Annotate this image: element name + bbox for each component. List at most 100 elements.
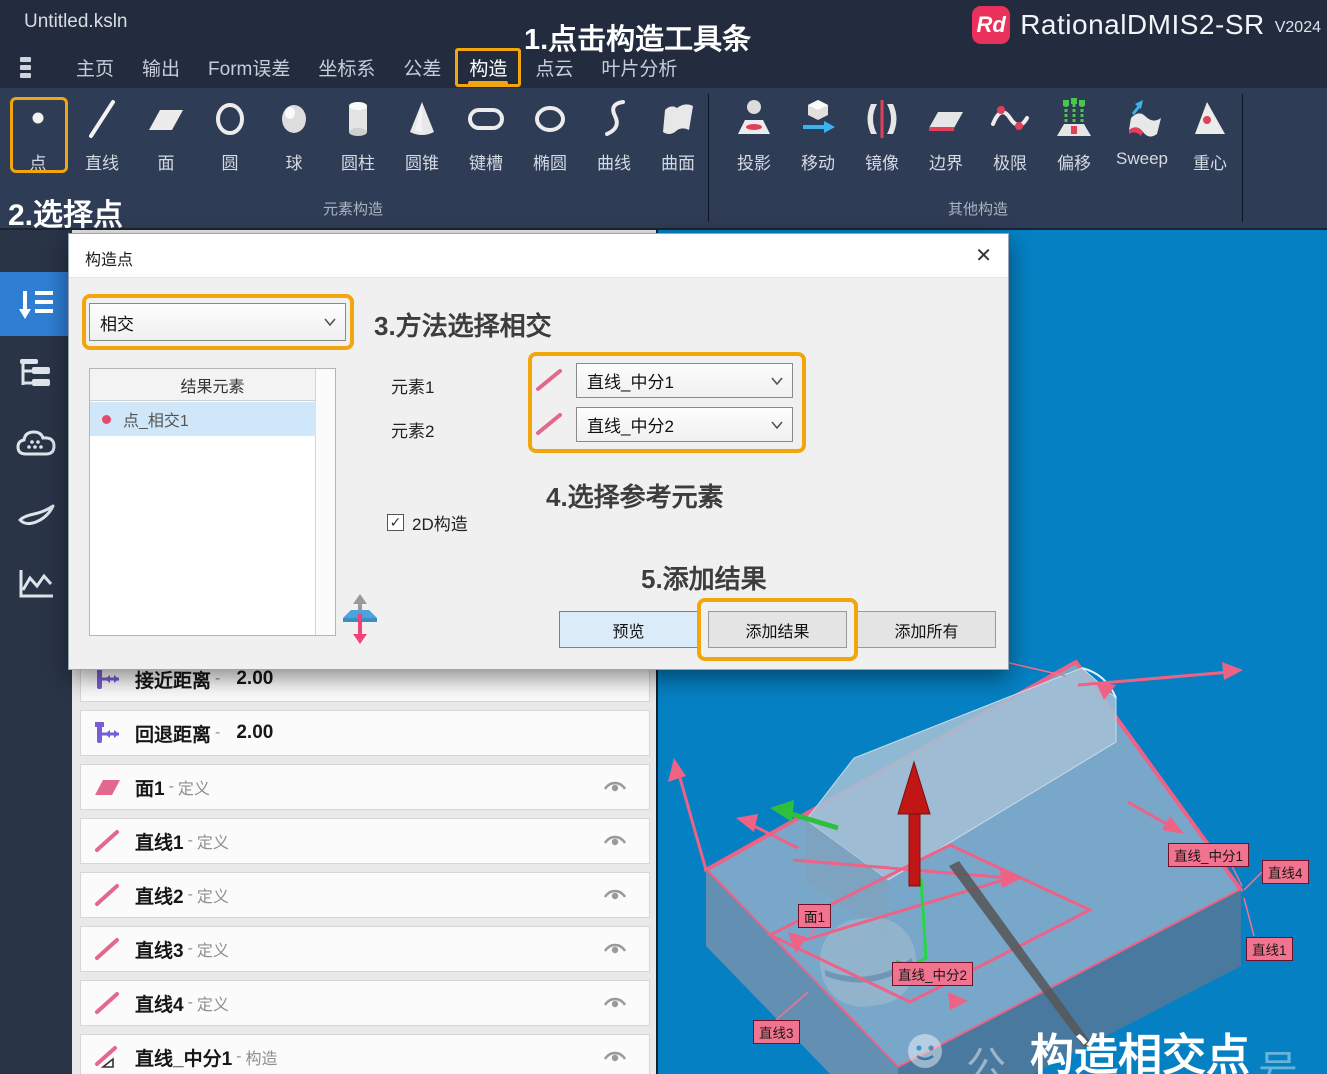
- ribbon-divider-2: [1242, 94, 1243, 222]
- checkbox-checked-icon[interactable]: ✓: [387, 514, 404, 531]
- ribbon-extreme-button[interactable]: 极限: [978, 96, 1042, 174]
- sidebar-item-point-cloud[interactable]: [0, 412, 72, 476]
- visibility-eye-icon[interactable]: [603, 1049, 627, 1070]
- ribbon-circle-button[interactable]: 圆: [198, 96, 262, 174]
- sidebar-item-measure-sequence[interactable]: [0, 272, 72, 336]
- list-row-line2[interactable]: 直线2 - 定义: [80, 872, 650, 918]
- line-pink-icon: [93, 883, 121, 907]
- ribbon-project-button[interactable]: 投影: [722, 96, 786, 174]
- line-pink-icon: [533, 411, 565, 442]
- line-pink-icon: [93, 991, 121, 1015]
- feature-tree-icon: [18, 357, 54, 391]
- field-label-element1: 元素1: [391, 373, 434, 398]
- menu-dots-icon[interactable]: [20, 54, 34, 80]
- point-icon: [15, 96, 61, 146]
- visibility-eye-icon[interactable]: [603, 995, 627, 1016]
- menu-form-error[interactable]: Form误差: [194, 49, 304, 86]
- measure-sequence-icon: [17, 287, 55, 321]
- element1-dropdown[interactable]: 直线_中分1: [576, 363, 793, 398]
- list-row-line4[interactable]: 直线4 - 定义: [80, 980, 650, 1026]
- cylinder-icon: [335, 96, 381, 146]
- watermark-smiley-icon: [906, 1032, 944, 1074]
- sidebar-item-feature-tree[interactable]: [0, 342, 72, 406]
- menu-coordinate[interactable]: 坐标系: [304, 49, 389, 86]
- evaluation-chart-icon: [17, 568, 55, 600]
- ribbon-cone-button[interactable]: 圆锥: [390, 96, 454, 174]
- close-icon[interactable]: ✕: [975, 243, 992, 268]
- ribbon-surface-button[interactable]: 曲面: [646, 96, 710, 174]
- ribbon-curve-button[interactable]: 曲线: [582, 96, 646, 174]
- circle-icon: [207, 96, 253, 146]
- menu-pointcloud[interactable]: 点云: [521, 49, 587, 86]
- menu-construct[interactable]: 构造: [455, 48, 521, 87]
- probe-retract-icon: [93, 721, 121, 745]
- dialog-title: 构造点: [85, 246, 133, 270]
- ribbon-ellipse-button[interactable]: 椭圆: [518, 96, 582, 174]
- version-label: V2024: [1275, 19, 1321, 37]
- line-icon: [79, 96, 125, 146]
- tag-line-mid1: 直线_中分1: [1168, 843, 1249, 867]
- curve-icon: [591, 96, 637, 146]
- add-result-button[interactable]: 添加结果: [708, 611, 847, 648]
- left-sidebar: [0, 230, 72, 1074]
- annotation-step2: 2.选择点: [8, 190, 123, 234]
- ribbon-centroid-button[interactable]: 重心: [1178, 96, 1242, 174]
- ribbon-sphere-button[interactable]: 球: [262, 96, 326, 174]
- menubar: 主页 输出 Form误差 坐标系 公差 构造 点云 叶片分析: [20, 48, 691, 86]
- ribbon-slot-button[interactable]: 键槽: [454, 96, 518, 174]
- ribbon-cylinder-button[interactable]: 圆柱: [326, 96, 390, 174]
- sphere-icon: [271, 96, 317, 146]
- tag-line-mid2: 直线_中分2: [892, 962, 973, 986]
- ribbon-boundary-button[interactable]: 边界: [914, 96, 978, 174]
- file-title: Untitled.ksln: [24, 11, 128, 33]
- ribbon-offset-button[interactable]: 偏移: [1042, 96, 1106, 174]
- mirror-icon: [859, 96, 905, 146]
- menu-tolerance[interactable]: 公差: [389, 49, 455, 86]
- visibility-eye-icon[interactable]: [603, 833, 627, 854]
- menu-blade-analysis[interactable]: 叶片分析: [587, 49, 691, 86]
- point-dot-icon: [102, 415, 111, 424]
- ribbon-move-button[interactable]: 移动: [786, 96, 850, 174]
- line-pink-icon: [93, 937, 121, 961]
- method-dropdown[interactable]: 相交: [89, 303, 346, 341]
- line-constructed-icon: [93, 1045, 121, 1069]
- tag-line3: 直线3: [753, 1020, 800, 1044]
- sidebar-item-evaluation-chart[interactable]: [0, 552, 72, 616]
- list-row-line1[interactable]: 直线1 - 定义: [80, 818, 650, 864]
- ribbon-line-button[interactable]: 直线: [70, 96, 134, 174]
- checkbox-2d-construct[interactable]: ✓ 2D构造: [387, 510, 468, 535]
- ribbon-toolbar: 点 直线 面 圆 球 圆柱: [0, 88, 1327, 230]
- element2-dropdown[interactable]: 直线_中分2: [576, 407, 793, 442]
- list-row-line-mid1[interactable]: 直线_中分1 - 构造: [80, 1034, 650, 1074]
- point-cloud-icon: [16, 428, 56, 460]
- move-icon: [795, 96, 841, 146]
- ribbon-sweep-button[interactable]: Sweep: [1106, 96, 1178, 174]
- result-element-list[interactable]: 结果元素 点_相交1: [89, 368, 336, 636]
- visibility-eye-icon[interactable]: [603, 779, 627, 800]
- ribbon-point-button[interactable]: 点: [6, 96, 70, 174]
- menu-output[interactable]: 输出: [128, 49, 194, 86]
- visibility-eye-icon[interactable]: [603, 887, 627, 908]
- centroid-icon: [1187, 96, 1233, 146]
- boundary-icon: [923, 96, 969, 146]
- add-all-button[interactable]: 添加所有: [857, 611, 996, 648]
- preview-button[interactable]: 预览: [559, 611, 698, 648]
- result-list-header: 结果元素: [90, 369, 335, 401]
- result-row-point[interactable]: 点_相交1: [90, 402, 316, 436]
- field-label-element2: 元素2: [391, 417, 434, 442]
- sidebar-item-blade[interactable]: [0, 482, 72, 546]
- sweep-icon: [1119, 96, 1165, 146]
- dialog-titlebar[interactable]: 构造点 ✕: [69, 234, 1008, 278]
- probe-direction-icon[interactable]: [339, 592, 381, 651]
- result-list-scrollbar[interactable]: [315, 369, 335, 635]
- list-row-retract[interactable]: 回退距离 - 2.00: [80, 710, 650, 756]
- watermark-char-right: 号: [1258, 1038, 1298, 1074]
- list-row-line3[interactable]: 直线3 - 定义: [80, 926, 650, 972]
- menu-home[interactable]: 主页: [62, 49, 128, 86]
- visibility-eye-icon[interactable]: [603, 941, 627, 962]
- project-icon: [731, 96, 777, 146]
- ribbon-plane-button[interactable]: 面: [134, 96, 198, 174]
- list-row-plane1[interactable]: 面1 - 定义: [80, 764, 650, 810]
- watermark-char-left: 公: [966, 1034, 1006, 1074]
- ribbon-mirror-button[interactable]: 镜像: [850, 96, 914, 174]
